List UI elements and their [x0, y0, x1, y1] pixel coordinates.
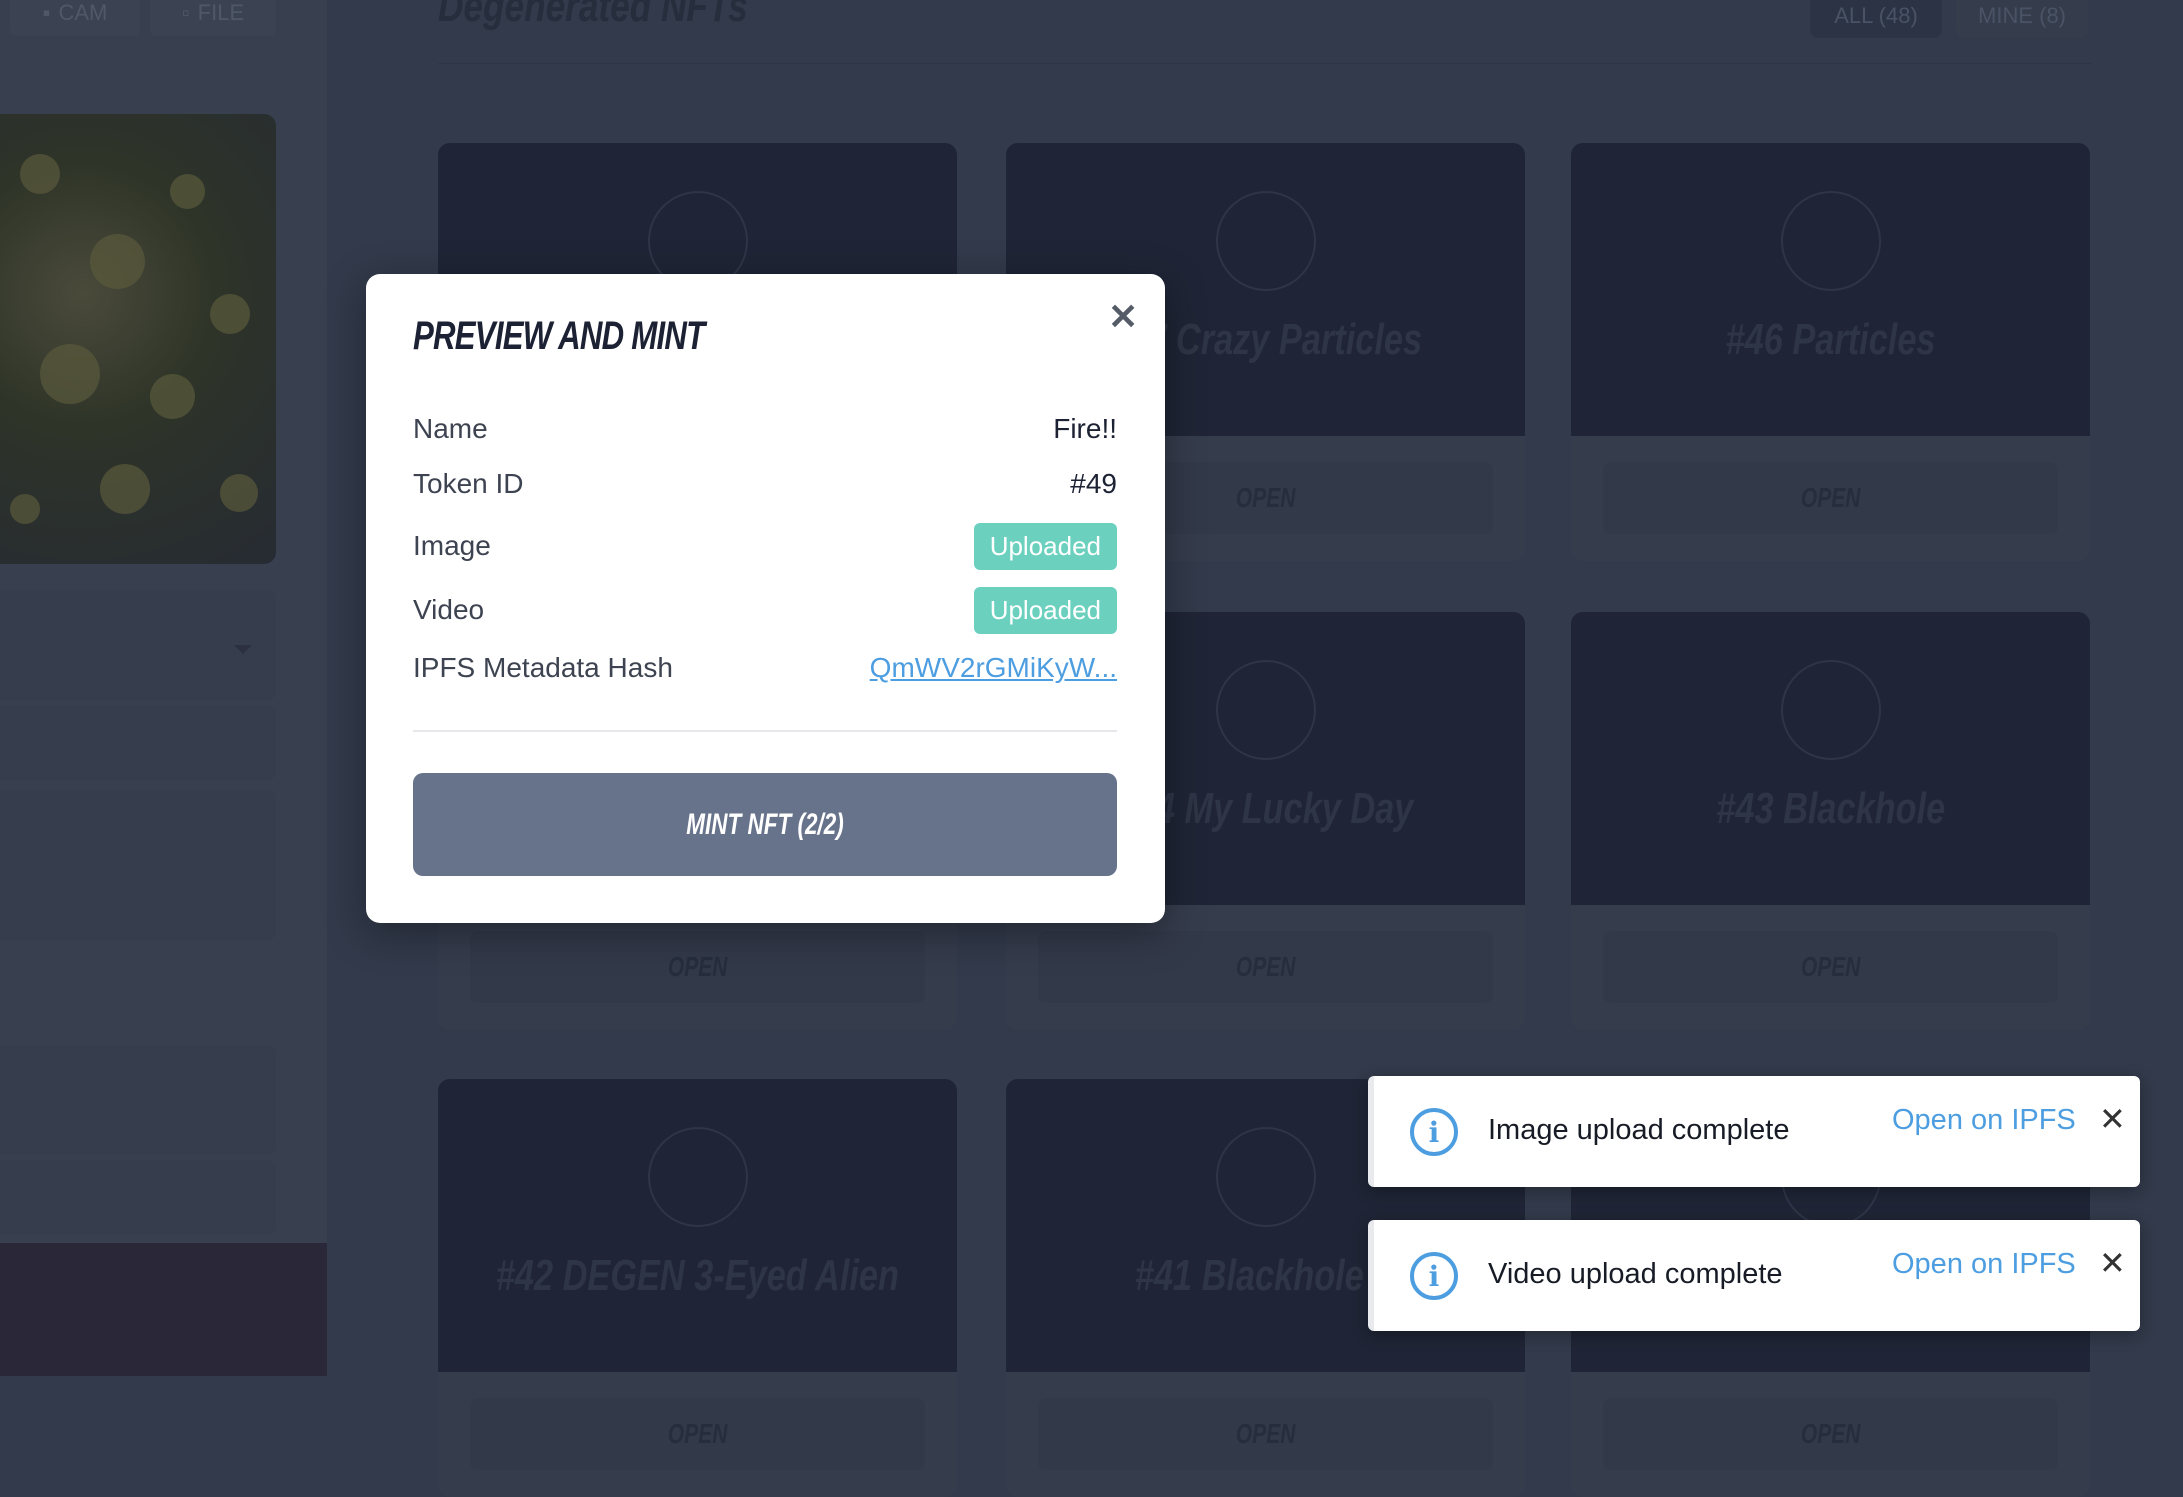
info-icon: i [1410, 1252, 1458, 1300]
info-icon: i [1410, 1108, 1458, 1156]
nft-thumbnail[interactable]: #46 Particles [1571, 143, 2090, 436]
close-icon[interactable]: ✕ [2099, 1244, 2126, 1282]
token-id-value: #49 [1070, 468, 1117, 499]
sidebar: ▪ CAM ▫ FILE [0, 0, 327, 1376]
toast-video-upload: i Video upload complete Open on IPFS ✕ [1368, 1220, 2140, 1331]
sidebar-field[interactable] [0, 1160, 276, 1235]
open-button[interactable]: OPEN [470, 1398, 925, 1470]
image-preview [0, 114, 276, 564]
preview-mint-modal: PREVIEW AND MINT ✕ Name Fire!! Token ID #4… [366, 274, 1165, 923]
open-button[interactable]: OPEN [1603, 1398, 2058, 1470]
tab-mine[interactable]: MINE (8) [1956, 0, 2088, 38]
avatar [1215, 1127, 1316, 1227]
chevron-down-icon [234, 645, 252, 654]
category-dropdown[interactable] [0, 590, 276, 700]
nft-name: #41 Blackhole S [1134, 1250, 1397, 1300]
name-row: Name Fire!! [413, 413, 1117, 444]
nft-card: #46 Particles OPEN [1571, 143, 2090, 561]
nft-thumbnail[interactable]: #42 DEGEN 3-Eyed Alien [438, 1079, 957, 1372]
close-icon[interactable]: ✕ [2099, 1100, 2126, 1138]
sidebar-field[interactable] [0, 1045, 276, 1155]
divider [438, 63, 2091, 64]
ipfs-hash-row: IPFS Metadata Hash QmWV2rGMiKyW... [413, 652, 1117, 684]
camera-icon: ▪ [42, 0, 51, 25]
name-field[interactable] [0, 705, 276, 780]
tab-all[interactable]: ALL (48) [1810, 0, 1942, 38]
divider [413, 730, 1117, 732]
nft-name: #42 DEGEN 3-Eyed Alien [495, 1250, 900, 1300]
mint-nft-button[interactable]: MINT NFT (2/2) [413, 773, 1117, 876]
avatar [1215, 191, 1316, 291]
open-button[interactable]: OPEN [1603, 931, 2058, 1003]
name-value: Fire!! [1053, 413, 1117, 444]
token-id-row: Token ID #49 [413, 468, 1117, 499]
open-on-ipfs-link[interactable]: Open on IPFS [1892, 1248, 2076, 1281]
open-button[interactable]: OPEN [1038, 931, 1493, 1003]
avatar [1780, 660, 1881, 760]
open-button[interactable]: OPEN [1603, 462, 2058, 534]
image-row: Image Uploaded [413, 521, 1117, 571]
open-button[interactable]: OPEN [470, 931, 925, 1003]
video-row: Video Uploaded [413, 585, 1117, 635]
avatar [1215, 660, 1316, 760]
sidebar-footer [0, 1243, 327, 1376]
avatar [1780, 191, 1881, 291]
video-status-badge: Uploaded [973, 586, 1117, 634]
image-status-badge: Uploaded [973, 522, 1117, 570]
modal-title: PREVIEW AND MINT [413, 314, 705, 358]
nft-card: #42 DEGEN 3-Eyed Alien OPEN [438, 1079, 957, 1497]
description-field[interactable] [0, 790, 276, 940]
ipfs-hash-link[interactable]: QmWV2rGMiKyW... [870, 652, 1117, 684]
nft-card: #43 Blackhole OPEN [1571, 612, 2090, 1030]
page-title: Degenerated NFTs [438, 0, 748, 31]
file-icon: ▫ [181, 0, 190, 25]
close-icon[interactable]: ✕ [1108, 296, 1138, 338]
toast-image-upload: i Image upload complete Open on IPFS ✕ [1368, 1076, 2140, 1187]
nft-thumbnail[interactable]: #43 Blackhole [1571, 612, 2090, 905]
nft-name: #46 Particles [1725, 314, 1936, 364]
avatar [647, 1127, 748, 1227]
open-button[interactable]: OPEN [1038, 1398, 1493, 1470]
nft-name: #43 Blackhole [1716, 783, 1945, 833]
cam-button[interactable]: ▪ CAM [10, 0, 140, 36]
file-button[interactable]: ▫ FILE [150, 0, 276, 36]
open-on-ipfs-link[interactable]: Open on IPFS [1892, 1104, 2076, 1137]
